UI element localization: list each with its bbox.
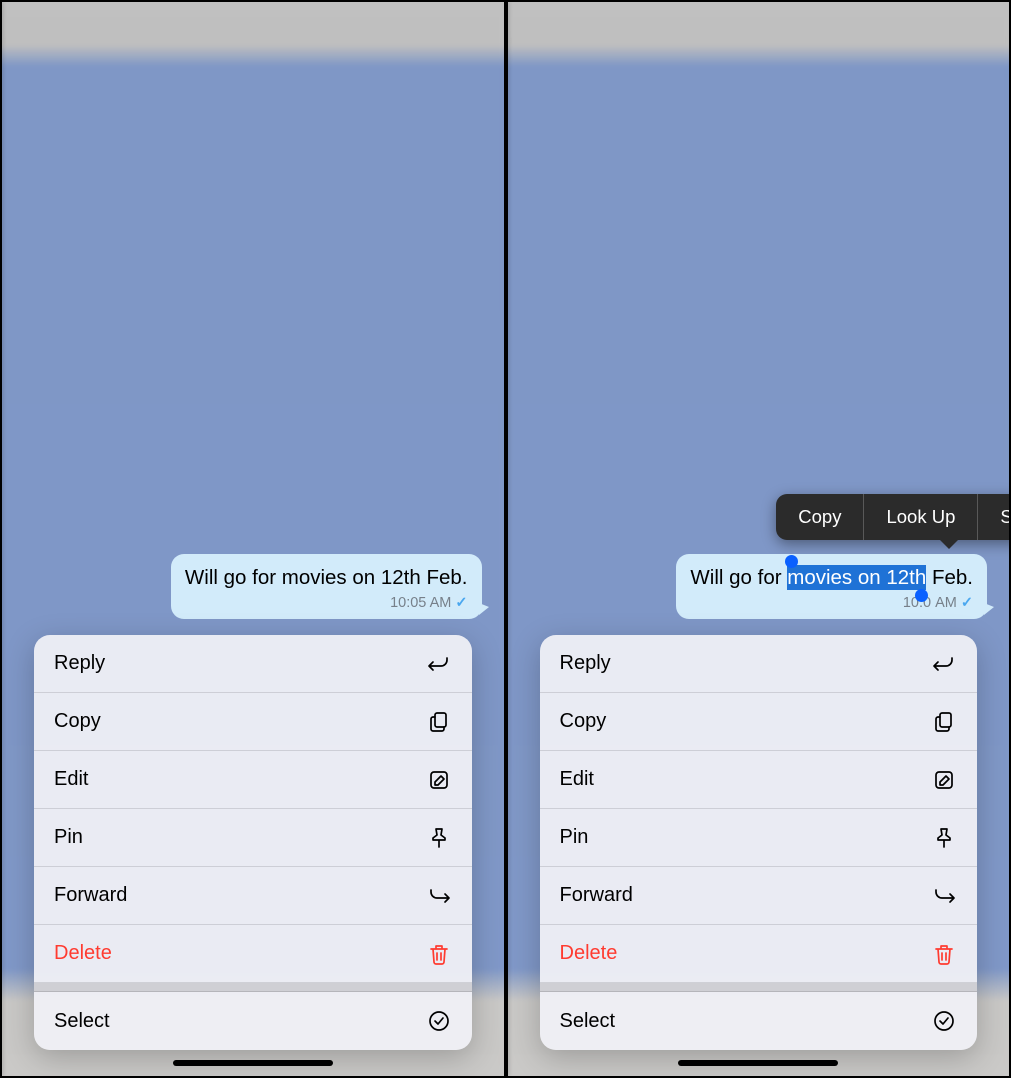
message-text: Will go for movies on 12th Feb. <box>185 566 468 589</box>
copy-icon <box>931 709 957 735</box>
menu-divider <box>540 983 978 992</box>
menu-copy[interactable]: Copy <box>34 693 472 751</box>
menu-select[interactable]: Select <box>34 992 472 1050</box>
menu-pin-label: Pin <box>560 826 589 849</box>
callout-share[interactable]: Share <box>978 494 1011 540</box>
context-menu: Reply Copy Edit Pin Forward Delete Selec… <box>34 635 472 1050</box>
message-text-selection: movies on 12th <box>787 566 926 589</box>
menu-forward[interactable]: Forward <box>540 867 978 925</box>
pin-icon <box>426 825 452 851</box>
menu-reply-label: Reply <box>54 652 105 675</box>
forward-icon <box>931 883 957 909</box>
menu-forward[interactable]: Forward <box>34 867 472 925</box>
menu-delete[interactable]: Delete <box>540 925 978 983</box>
forward-icon <box>426 883 452 909</box>
home-indicator[interactable] <box>678 1060 838 1066</box>
pin-icon <box>931 825 957 851</box>
home-indicator[interactable] <box>173 1060 333 1066</box>
callout-lookup[interactable]: Look Up <box>864 494 978 540</box>
menu-copy-label: Copy <box>54 710 101 733</box>
callout-copy[interactable]: Copy <box>776 494 864 540</box>
text-selection[interactable]: movies on 12th <box>787 565 926 590</box>
message-bubble[interactable]: Will go for movies on 12th Feb. 10:05 AM… <box>171 554 482 619</box>
sent-check-icon: ✓ <box>961 594 973 614</box>
menu-pin-label: Pin <box>54 826 83 849</box>
copy-icon <box>426 709 452 735</box>
menu-edit-label: Edit <box>54 768 88 791</box>
menu-select[interactable]: Select <box>540 992 978 1050</box>
context-menu: Reply Copy Edit Pin Forward Delete Selec… <box>540 635 978 1050</box>
callout-arrow-icon <box>939 539 959 549</box>
menu-divider <box>34 983 472 992</box>
message-time: 10:05 AM <box>390 594 451 614</box>
trash-icon <box>426 941 452 967</box>
menu-delete-label: Delete <box>560 942 618 965</box>
menu-edit[interactable]: Edit <box>540 751 978 809</box>
message-bubble[interactable]: Will go for movies on 12th Feb. 10:0 AM … <box>676 554 987 619</box>
sent-check-icon: ✓ <box>455 594 467 614</box>
menu-copy-label: Copy <box>560 710 607 733</box>
menu-reply[interactable]: Reply <box>34 635 472 693</box>
select-icon <box>931 1008 957 1034</box>
menu-forward-label: Forward <box>54 884 127 907</box>
menu-delete-label: Delete <box>54 942 112 965</box>
reply-icon <box>931 651 957 677</box>
menu-forward-label: Forward <box>560 884 633 907</box>
trash-icon <box>931 941 957 967</box>
selection-callout: Copy Look Up Share <box>776 494 1011 540</box>
menu-edit[interactable]: Edit <box>34 751 472 809</box>
edit-icon <box>931 767 957 793</box>
screenshot-right: Copy Look Up Share Will go for movies on… <box>506 0 1011 1078</box>
message-time-suffix: AM <box>935 594 957 614</box>
edit-icon <box>426 767 452 793</box>
screenshot-left: Will go for movies on 12th Feb. 10:05 AM… <box>0 0 506 1078</box>
menu-reply[interactable]: Reply <box>540 635 978 693</box>
menu-pin[interactable]: Pin <box>34 809 472 867</box>
select-icon <box>426 1008 452 1034</box>
menu-select-label: Select <box>54 1010 110 1033</box>
message-text-suffix: Feb. <box>926 566 973 589</box>
menu-copy[interactable]: Copy <box>540 693 978 751</box>
menu-delete[interactable]: Delete <box>34 925 472 983</box>
menu-edit-label: Edit <box>560 768 594 791</box>
menu-select-label: Select <box>560 1010 616 1033</box>
menu-reply-label: Reply <box>560 652 611 675</box>
message-text-prefix: Will go for <box>690 566 787 589</box>
reply-icon <box>426 651 452 677</box>
menu-pin[interactable]: Pin <box>540 809 978 867</box>
